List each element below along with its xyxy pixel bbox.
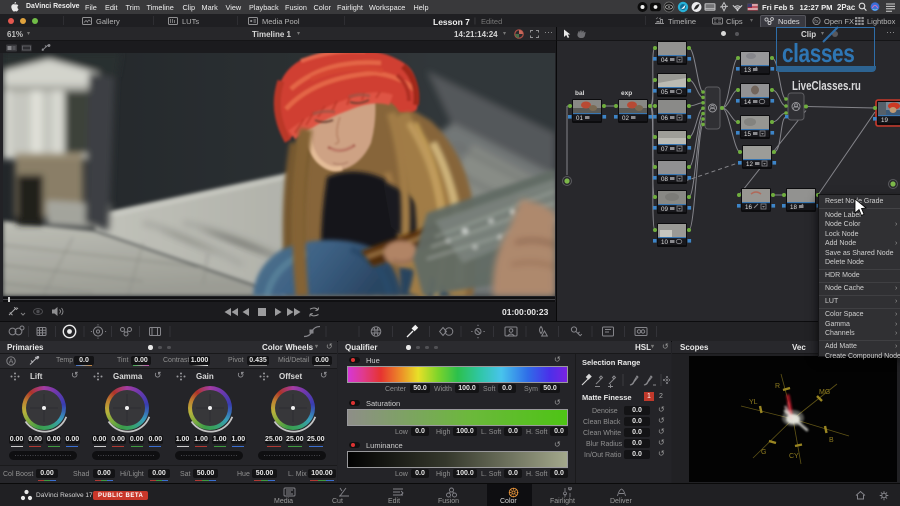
- svg-text:10: 10: [661, 239, 668, 246]
- svg-text:07: 07: [661, 146, 668, 153]
- svg-text:18: 18: [790, 204, 797, 211]
- svg-text:14: 14: [744, 99, 751, 106]
- svg-text:09: 09: [661, 206, 668, 213]
- svg-text:exp: exp: [621, 90, 632, 97]
- svg-text:MG: MG: [819, 389, 830, 396]
- svg-text:19: 19: [881, 117, 888, 124]
- svg-text:13: 13: [744, 67, 751, 74]
- svg-text:04: 04: [661, 57, 668, 64]
- svg-text:01: 01: [576, 115, 583, 122]
- svg-text:02: 02: [622, 115, 629, 122]
- svg-text:05: 05: [661, 89, 668, 96]
- svg-text:bal: bal: [575, 90, 585, 97]
- svg-text:CY: CY: [789, 453, 799, 460]
- svg-text:R: R: [775, 383, 780, 390]
- svg-text:16: 16: [745, 204, 752, 211]
- svg-text:15: 15: [744, 131, 751, 138]
- svg-text:B: B: [829, 437, 834, 444]
- svg-text:06: 06: [661, 115, 668, 122]
- svg-text:12: 12: [746, 161, 753, 168]
- svg-text:A: A: [9, 359, 14, 366]
- svg-text:08: 08: [661, 176, 668, 183]
- svg-text:G: G: [761, 449, 766, 456]
- svg-text:YL: YL: [749, 399, 758, 406]
